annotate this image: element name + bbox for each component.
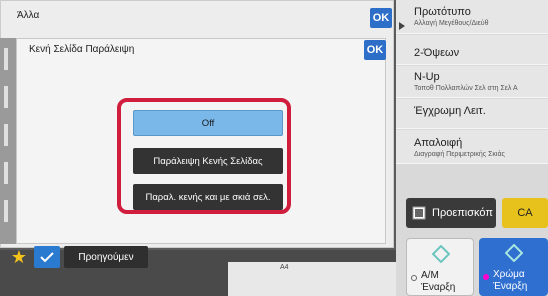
panel-item-duplex[interactable]: 2-Όψεων	[396, 35, 548, 65]
ca-button[interactable]: CA	[502, 198, 548, 228]
panel-item-subtitle: Τοποθ Πολλαπλών Σελ στη Σελ Α	[414, 85, 518, 92]
preview-button[interactable]: Προεπισκόπ	[406, 198, 496, 228]
left-tab[interactable]	[4, 200, 8, 222]
panel-item-color-mode[interactable]: Έγχρωμη Λειτ.	[396, 99, 548, 129]
panel-item-title: Έγχρωμη Λειτ.	[414, 105, 486, 117]
panel-item-subtitle: Αλλαγή Μεγέθους/Διεύθ	[414, 20, 489, 27]
option-skip-blank-page[interactable]: Παράλειψη Κενής Σελίδας	[133, 148, 283, 174]
previous-button[interactable]: Προηγούμεν	[64, 246, 148, 268]
diamond-icon	[432, 245, 450, 263]
bw-dot-icon	[411, 275, 417, 281]
color-dot-icon	[483, 274, 489, 280]
color-start-line1: Χρώμα	[493, 269, 525, 280]
panel-item-subtitle: Διαγραφή Περιμετρικής Σκιάς	[414, 151, 505, 158]
check-button[interactable]	[34, 246, 60, 268]
panel-item-n-up[interactable]: N-Up Τοποθ Πολλαπλών Σελ στη Σελ Α	[396, 66, 548, 98]
color-start-line2: Έναρξη	[493, 281, 528, 292]
option-skip-blank-and-shadow[interactable]: Παραλ. κενής και με σκιά σελ.	[133, 184, 283, 210]
star-icon[interactable]: ★	[8, 246, 30, 268]
left-tab[interactable]	[4, 124, 8, 146]
paper-size-label: A4	[280, 264, 289, 271]
outer-dialog-title: Άλλα	[17, 10, 40, 21]
options-group: Off Παράλειψη Κενής Σελίδας Παραλ. κενής…	[117, 98, 291, 214]
bw-start-button[interactable]: Α/Μ Έναρξη	[406, 238, 474, 296]
bw-start-line1: Α/Μ	[421, 270, 439, 281]
left-tab[interactable]	[4, 86, 8, 108]
panel-item-title: Απαλοιφή	[414, 137, 463, 149]
color-start-button[interactable]: Χρώμα Έναρξη	[479, 238, 548, 296]
preview-icon	[412, 206, 426, 220]
left-tab[interactable]	[4, 48, 8, 70]
check-icon	[40, 252, 54, 263]
paper-size-strip: A4	[228, 262, 396, 296]
option-off[interactable]: Off	[133, 110, 283, 136]
left-tab-strip	[0, 38, 16, 244]
inner-dialog-title: Κενή Σελίδα Παράλειψη	[29, 44, 135, 55]
diamond-icon	[505, 244, 523, 262]
preview-label: Προεπισκόπ	[432, 207, 493, 219]
inner-ok-button[interactable]: OK	[364, 40, 386, 60]
outer-ok-button[interactable]: OK	[370, 8, 392, 28]
left-tab[interactable]	[4, 162, 8, 184]
panel-item-title: N-Up	[414, 71, 440, 83]
panel-item-title: 2-Όψεων	[414, 47, 460, 59]
bw-start-line2: Έναρξη	[421, 282, 456, 293]
panel-item-original[interactable]: Πρωτότυπο Αλλαγή Μεγέθους/Διεύθ	[396, 0, 548, 34]
arrow-right-icon	[399, 22, 405, 30]
panel-item-erase[interactable]: Απαλοιφή Διαγραφή Περιμετρικής Σκιάς	[396, 130, 548, 164]
panel-item-title: Πρωτότυπο	[414, 6, 471, 18]
